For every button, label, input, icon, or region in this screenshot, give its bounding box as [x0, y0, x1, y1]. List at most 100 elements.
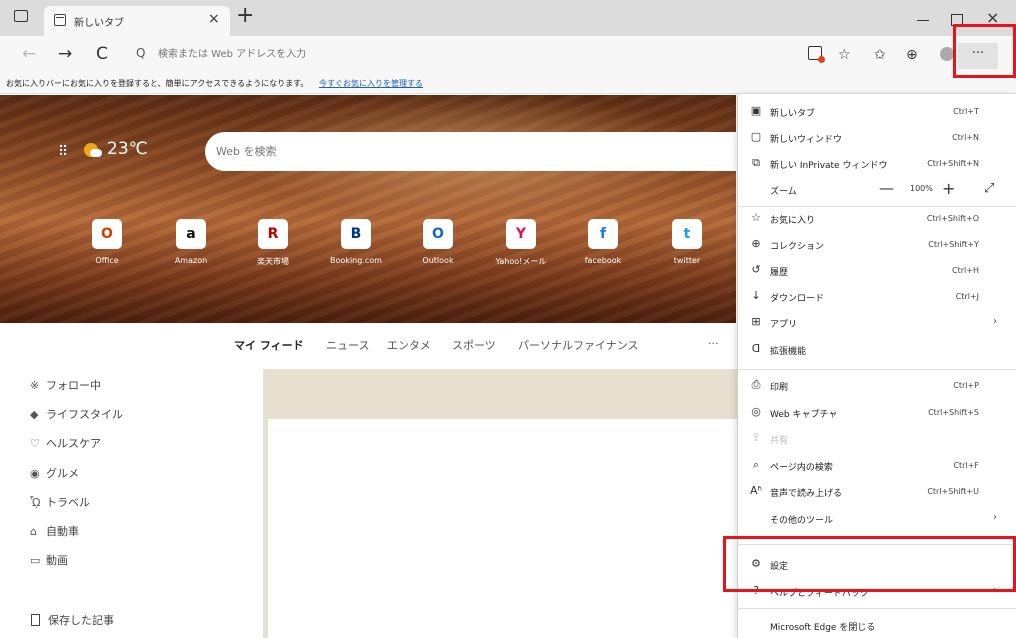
menu-item-new-window[interactable]: ▢ 新しいウィンドウ Ctrl+N: [738, 127, 1016, 151]
quick-link-tile[interactable]: O Office: [72, 219, 142, 265]
menu-item-shortcut: Ctrl+J: [955, 292, 979, 301]
app-launcher-icon[interactable]: ⠿: [58, 144, 68, 160]
menu-item-collections[interactable]: ⊕ コレクション Ctrl+Shift+Y: [738, 234, 1016, 258]
profile-avatar[interactable]: [940, 47, 954, 61]
weather-icon: [84, 143, 102, 157]
menu-item-downloads[interactable]: ↓ ダウンロード Ctrl+J: [738, 286, 1016, 310]
forward-button[interactable]: →: [58, 44, 72, 64]
menu-item-history[interactable]: ↺ 履歴 Ctrl+H: [738, 260, 1016, 284]
quick-link-tile[interactable]: a Amazon: [156, 219, 226, 265]
quick-link-logo-icon: Y: [506, 219, 536, 249]
menu-item-favorites[interactable]: ☆ お気に入り Ctrl+Shift+O: [738, 208, 1016, 232]
food-icon: ◉: [30, 467, 40, 480]
tab-news[interactable]: ニュース: [326, 337, 369, 353]
favorites-icon: ☆: [751, 211, 761, 224]
tab-strip: 新しいタブ × + ×: [0, 0, 1016, 36]
menu-item-new-tab[interactable]: ▣ 新しいタブ Ctrl+T: [738, 101, 1016, 125]
menu-item-new-inprivate-window[interactable]: ⧉ 新しい InPrivate ウィンドウ Ctrl+Shift+N: [738, 153, 1016, 177]
menu-item-extensions[interactable]: ᗡ 拡張機能: [738, 339, 1016, 363]
chevron-right-icon: ›: [993, 512, 997, 523]
quick-link-tile[interactable]: R 楽天市場: [238, 219, 308, 267]
sidebar-item-label: 自動車: [46, 525, 79, 538]
sidebar-item-cars[interactable]: ⌂ 自動車: [30, 523, 79, 539]
refresh-button[interactable]: C: [96, 44, 108, 64]
zoom-in-button[interactable]: +: [942, 179, 955, 198]
menu-item-more-tools[interactable]: その他のツール ›: [738, 508, 1016, 532]
menu-item-label: 共有: [770, 436, 789, 446]
tab-my-feed[interactable]: マイ フィード: [234, 337, 304, 353]
travel-icon: ᾯ: [30, 496, 41, 509]
sidebar-item-travel[interactable]: ᾯ トラベル: [30, 494, 90, 510]
menu-item-label: 音声で読み上げる: [770, 489, 843, 499]
web-capture-icon: ◎: [751, 405, 761, 418]
quick-link-logo-icon: a: [176, 219, 206, 249]
new-tab-button[interactable]: +: [236, 4, 254, 28]
new-tab-page-icon: [54, 14, 66, 26]
sidebar-item-gourmet[interactable]: ◉ グルメ: [30, 465, 79, 481]
quick-link-logo-icon: f: [588, 219, 618, 249]
menu-separator: [738, 608, 1016, 609]
active-tab[interactable]: 新しいタブ ×: [44, 6, 230, 36]
zoom-out-button[interactable]: —: [879, 179, 894, 197]
feed-card[interactable]: [268, 419, 738, 638]
extension-icon[interactable]: [808, 46, 825, 63]
sidebar-item-label: ライフスタイル: [46, 408, 123, 421]
collections-icon[interactable]: ⊕: [906, 48, 918, 62]
quick-link-tile[interactable]: B Booking.com: [321, 219, 391, 265]
menu-item-print[interactable]: ⎙ 印刷 Ctrl+P: [738, 375, 1016, 399]
inprivate-icon: ⧉: [752, 156, 760, 169]
quick-link-label: 楽天市場: [257, 257, 289, 266]
menu-item-web-capture[interactable]: ◎ Web キャプチャ Ctrl+Shift+S: [738, 402, 1016, 426]
saved-articles-link[interactable]: 保存した記事: [48, 612, 114, 628]
feed-more-button[interactable]: ···: [708, 337, 719, 350]
share-icon: ⇪: [751, 431, 761, 444]
tab-actions-icon[interactable]: [14, 10, 28, 22]
manage-favorites-link[interactable]: 今すぐお気に入りを管理する: [319, 78, 423, 89]
sidebar-item-healthcare[interactable]: ♡ ヘルスケア: [30, 435, 101, 451]
menu-item-zoom[interactable]: ズーム — 100% + ⤢: [738, 179, 1016, 203]
tab-personal-finance[interactable]: パーソナルファイナンス: [518, 337, 639, 353]
find-icon: ⌕: [752, 458, 760, 471]
add-favorite-icon[interactable]: ☆: [838, 48, 851, 62]
quick-link-logo-icon: t: [672, 219, 702, 249]
web-search-input[interactable]: [205, 132, 736, 171]
favorites-icon[interactable]: ✩: [874, 48, 886, 62]
browser-window: 新しいタブ × + × ← → C Q ☆ ✩ ⊕ ··· お気に入りバーにお気…: [0, 0, 1016, 638]
tab-close-button[interactable]: ×: [208, 11, 220, 27]
quick-link-label: Outlook: [422, 256, 454, 265]
fullscreen-icon[interactable]: ⤢: [984, 181, 994, 196]
weather-temperature[interactable]: 23℃: [107, 139, 148, 159]
quick-link-tile[interactable]: t twitter: [652, 219, 722, 265]
menu-item-label: お気に入り: [770, 216, 816, 226]
sidebar-item-video[interactable]: ▭ 動画: [30, 552, 68, 568]
menu-item-shortcut: Ctrl+N: [952, 133, 979, 142]
extensions-icon: ᗡ: [751, 342, 761, 355]
menu-item-label: アプリ: [770, 320, 798, 330]
menu-item-find-on-page[interactable]: ⌕ ページ内の検索 Ctrl+F: [738, 455, 1016, 479]
minimize-button[interactable]: [917, 20, 929, 21]
menu-item-close-edge[interactable]: Microsoft Edge を閉じる: [738, 615, 1016, 638]
menu-item-label: 履歴: [770, 268, 789, 278]
sidebar-item-following[interactable]: ※ フォロー中: [30, 377, 101, 393]
apps-icon: ⊞: [751, 315, 761, 328]
sidebar-item-label: トラベル: [46, 496, 90, 509]
sidebar-item-label: 動画: [46, 554, 68, 567]
menu-item-shortcut: Ctrl+F: [953, 461, 979, 470]
menu-item-apps[interactable]: ⊞ アプリ ›: [738, 312, 1016, 336]
video-icon: ▭: [30, 554, 41, 567]
tab-sports[interactable]: スポーツ: [452, 337, 496, 353]
quick-link-tile[interactable]: Y Yahoo!メール: [486, 219, 556, 267]
back-button[interactable]: ←: [22, 44, 36, 64]
quick-link-tile[interactable]: O Outlook: [403, 219, 473, 265]
menu-item-read-aloud[interactable]: Aʱ 音声で読み上げる Ctrl+Shift+U: [738, 481, 1016, 505]
lifestyle-icon: ◆: [30, 408, 39, 421]
download-icon: ↓: [751, 289, 761, 302]
quick-link-logo-icon: B: [341, 219, 371, 249]
sidebar-item-lifestyle[interactable]: ◆ ライフスタイル: [30, 406, 123, 422]
highlight-more-button: [953, 24, 1016, 78]
car-icon: ⌂: [30, 525, 37, 538]
tab-entertainment[interactable]: エンタメ: [387, 337, 431, 353]
address-input[interactable]: [158, 43, 758, 65]
menu-item-share: ⇪ 共有: [738, 428, 1016, 452]
quick-link-tile[interactable]: f facebook: [568, 219, 638, 265]
